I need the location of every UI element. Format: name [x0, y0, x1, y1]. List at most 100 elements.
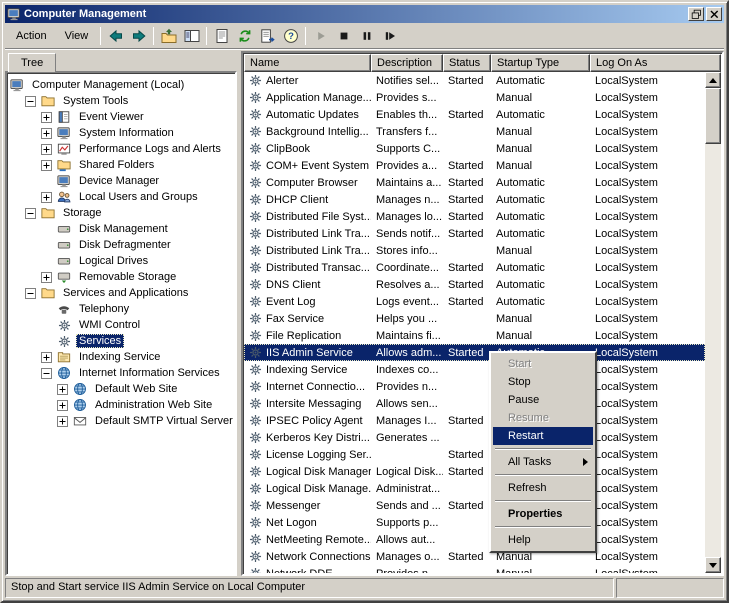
- service-row-indexing-service[interactable]: Indexing ServiceIndexes co...ManualLocal…: [244, 361, 705, 378]
- service-row-netmeeting-remote[interactable]: NetMeeting Remote...Allows aut...ManualL…: [244, 531, 705, 548]
- collapse-icon[interactable]: [25, 288, 36, 299]
- action-menu-button[interactable]: Action: [7, 27, 56, 45]
- service-row-event-log[interactable]: Event LogLogs event...StartedAutomaticLo…: [244, 293, 705, 310]
- tree-item-disk-defragmenter[interactable]: Disk Defragmenter: [9, 237, 235, 253]
- tree-item-shared-folders[interactable]: Shared Folders: [9, 157, 235, 173]
- service-row-file-replication[interactable]: File ReplicationMaintains fi...ManualLoc…: [244, 327, 705, 344]
- properties-button[interactable]: [210, 25, 233, 47]
- service-row-ipsec-policy-agent[interactable]: IPSEC Policy AgentManages I...StartedAut…: [244, 412, 705, 429]
- service-row-network-connections[interactable]: Network ConnectionsManages o...StartedMa…: [244, 548, 705, 565]
- tree-item-services[interactable]: Services: [9, 333, 235, 349]
- service-row-logical-disk-manage[interactable]: Logical Disk Manage...Administrat...Manu…: [244, 480, 705, 497]
- tree-item-default-smtp-virtual-server[interactable]: Default SMTP Virtual Server: [9, 413, 235, 429]
- tree-item-logical-drives[interactable]: Logical Drives: [9, 253, 235, 269]
- menu-item-properties[interactable]: Properties: [493, 505, 593, 523]
- scroll-thumb[interactable]: [705, 88, 721, 144]
- menu-item-help[interactable]: Help: [493, 531, 593, 549]
- show-hide-tree-button[interactable]: [180, 25, 203, 47]
- service-row-dns-client[interactable]: DNS ClientResolves a...StartedAutomaticL…: [244, 276, 705, 293]
- service-row-dhcp-client[interactable]: DHCP ClientManages n...StartedAutomaticL…: [244, 191, 705, 208]
- tree-item-internet-information-services[interactable]: Internet Information Services: [9, 365, 235, 381]
- help-button[interactable]: ?: [279, 25, 302, 47]
- column-header-log-on-as[interactable]: Log On As: [590, 54, 721, 72]
- expand-icon[interactable]: [41, 352, 52, 363]
- tree-item-device-manager[interactable]: Device Manager: [9, 173, 235, 189]
- menu-item-refresh[interactable]: Refresh: [493, 479, 593, 497]
- expand-icon[interactable]: [57, 416, 68, 427]
- service-row-automatic-updates[interactable]: Automatic UpdatesEnables th...StartedAut…: [244, 106, 705, 123]
- service-row-messenger[interactable]: MessengerSends and ...StartedAutomaticLo…: [244, 497, 705, 514]
- pause-service-button[interactable]: [355, 25, 378, 47]
- collapse-icon[interactable]: [25, 208, 36, 219]
- service-row-application-manage[interactable]: Application Manage...Provides s...Manual…: [244, 89, 705, 106]
- service-row-background-intellig[interactable]: Background Intellig...Transfers f...Manu…: [244, 123, 705, 140]
- collapse-icon[interactable]: [25, 96, 36, 107]
- service-row-iis-admin-service[interactable]: IIS Admin ServiceAllows adm...StartedAut…: [244, 344, 705, 361]
- tree-item-performance-logs-and-alerts[interactable]: Performance Logs and Alerts: [9, 141, 235, 157]
- collapse-icon[interactable]: [41, 368, 52, 379]
- start-service-button[interactable]: [309, 25, 332, 47]
- service-row-distributed-link-tra[interactable]: Distributed Link Tra...Sends notif...Sta…: [244, 225, 705, 242]
- refresh-button[interactable]: [233, 25, 256, 47]
- tree-item-removable-storage[interactable]: Removable Storage: [9, 269, 235, 285]
- expand-icon[interactable]: [41, 160, 52, 171]
- expand-icon[interactable]: [41, 192, 52, 203]
- tree-item-administration-web-site[interactable]: Administration Web Site: [9, 397, 235, 413]
- menu-item-restart[interactable]: Restart: [493, 427, 593, 445]
- column-header-name[interactable]: Name: [244, 54, 371, 72]
- service-row-kerberos-key-distri[interactable]: Kerberos Key Distri...Generates ...Disab…: [244, 429, 705, 446]
- column-header-startup-type[interactable]: Startup Type: [491, 54, 590, 72]
- service-row-intersite-messaging[interactable]: Intersite MessagingAllows sen...Disabled…: [244, 395, 705, 412]
- tree-item-telephony[interactable]: Telephony: [9, 301, 235, 317]
- view-menu-button[interactable]: View: [56, 27, 98, 45]
- tree-item-wmi-control[interactable]: WMI Control: [9, 317, 235, 333]
- tree-item-event-viewer[interactable]: Event Viewer: [9, 109, 235, 125]
- tree-item-default-web-site[interactable]: Default Web Site: [9, 381, 235, 397]
- tree-tab[interactable]: Tree: [8, 53, 56, 72]
- service-log-on-as: LocalSystem: [590, 568, 705, 574]
- service-row-alerter[interactable]: AlerterNotifies sel...StartedAutomaticLo…: [244, 72, 705, 89]
- column-header-description[interactable]: Description: [371, 54, 443, 72]
- service-row-distributed-link-tra[interactable]: Distributed Link Tra...Stores info...Man…: [244, 242, 705, 259]
- menu-item-stop[interactable]: Stop: [493, 373, 593, 391]
- service-row-logical-disk-manager[interactable]: Logical Disk ManagerLogical Disk...Start…: [244, 463, 705, 480]
- scroll-up-button[interactable]: [705, 72, 721, 88]
- expand-icon[interactable]: [57, 384, 68, 395]
- scroll-down-button[interactable]: [705, 557, 721, 573]
- service-row-computer-browser[interactable]: Computer BrowserMaintains a...StartedAut…: [244, 174, 705, 191]
- tree-item-system-information[interactable]: System Information: [9, 125, 235, 141]
- tree-item-disk-management[interactable]: Disk Management: [9, 221, 235, 237]
- tree-item-local-users-and-groups[interactable]: Local Users and Groups: [9, 189, 235, 205]
- up-one-level-button[interactable]: [157, 25, 180, 47]
- menu-item-pause[interactable]: Pause: [493, 391, 593, 409]
- stop-service-button[interactable]: [332, 25, 355, 47]
- expand-icon[interactable]: [41, 112, 52, 123]
- forward-button[interactable]: [127, 25, 150, 47]
- back-button[interactable]: [104, 25, 127, 47]
- restore-button[interactable]: [688, 7, 704, 21]
- service-row-distributed-transac[interactable]: Distributed Transac...Coordinate...Start…: [244, 259, 705, 276]
- service-row-net-logon[interactable]: Net LogonSupports p...ManualLocalSystem: [244, 514, 705, 531]
- tree-item-system-tools[interactable]: System Tools: [9, 93, 235, 109]
- tree-item-services-and-applications[interactable]: Services and Applications: [9, 285, 235, 301]
- service-row-distributed-file-syst[interactable]: Distributed File Syst...Manages lo...Sta…: [244, 208, 705, 225]
- tree-item-computer-management-local[interactable]: Computer Management (Local): [9, 77, 235, 93]
- service-row-license-logging-ser[interactable]: License Logging Ser...StartedAutomaticLo…: [244, 446, 705, 463]
- expand-icon[interactable]: [41, 128, 52, 139]
- service-row-fax-service[interactable]: Fax ServiceHelps you ...ManualLocalSyste…: [244, 310, 705, 327]
- menu-item-all-tasks[interactable]: All Tasks: [493, 453, 593, 471]
- expand-icon[interactable]: [41, 144, 52, 155]
- tree-item-storage[interactable]: Storage: [9, 205, 235, 221]
- vertical-scrollbar[interactable]: [705, 72, 721, 573]
- restart-service-button[interactable]: [378, 25, 401, 47]
- service-row-clipbook[interactable]: ClipBookSupports C...ManualLocalSystem: [244, 140, 705, 157]
- column-header-status[interactable]: Status: [443, 54, 491, 72]
- export-list-button[interactable]: [256, 25, 279, 47]
- tree-item-indexing-service[interactable]: Indexing Service: [9, 349, 235, 365]
- expand-icon[interactable]: [57, 400, 68, 411]
- close-button[interactable]: [706, 7, 722, 21]
- expand-icon[interactable]: [41, 272, 52, 283]
- service-row-network-dde[interactable]: Network DDEProvides n...ManualLocalSyste…: [244, 565, 705, 573]
- service-row-internet-connectio[interactable]: Internet Connectio...Provides n...Manual…: [244, 378, 705, 395]
- service-row-com-event-system[interactable]: COM+ Event SystemProvides a...StartedMan…: [244, 157, 705, 174]
